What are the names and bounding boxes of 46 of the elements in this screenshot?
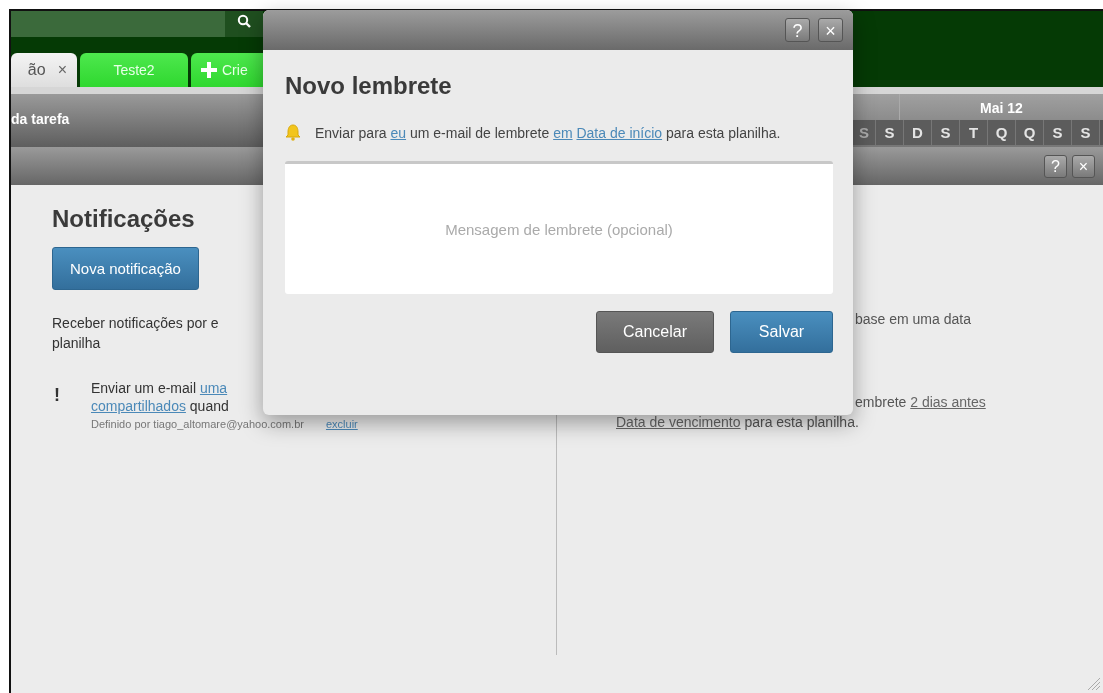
link[interactable]: em <box>553 125 573 141</box>
link[interactable]: 2 dias antes <box>910 394 986 410</box>
day-label: S <box>932 120 960 145</box>
description-text: Receber notificações por e <box>52 314 219 333</box>
delete-link[interactable]: excluir <box>325 415 358 433</box>
search-icon <box>237 14 251 28</box>
reminder-text: base em uma data <box>854 310 972 329</box>
plus-icon <box>201 62 217 78</box>
help-button[interactable]: ? <box>1044 154 1067 178</box>
resize-grip-icon[interactable] <box>1087 677 1101 691</box>
tab[interactable]: Teste2 <box>80 53 188 87</box>
description-text: planilha <box>52 334 101 353</box>
message-field[interactable]: Mensagem de lembrete (opcional) <box>285 161 833 294</box>
notification-text: compartilhados quand <box>91 397 229 415</box>
help-button[interactable]: ? <box>785 18 810 42</box>
day-label: Q <box>988 120 1016 145</box>
cancel-button[interactable]: Cancelar <box>596 311 714 353</box>
day-label: S <box>853 120 876 145</box>
notification-text: Enviar um e-mail uma <box>91 379 228 397</box>
dialog-title: Novo lembrete <box>285 72 453 100</box>
link[interactable]: compartilhados <box>91 398 186 414</box>
day-label: S <box>1072 120 1100 145</box>
close-button[interactable]: × <box>1072 154 1095 178</box>
toolbar-title: da tarefa <box>11 110 70 127</box>
link[interactable]: uma <box>199 380 228 396</box>
day-label: Q <box>1016 120 1044 145</box>
close-button[interactable]: × <box>818 18 843 42</box>
alert-icon: ! <box>54 383 91 407</box>
close-tab-button[interactable]: × <box>57 61 67 79</box>
day-label: S <box>1044 120 1072 145</box>
link[interactable]: eu <box>390 125 407 141</box>
bell-icon <box>285 124 301 141</box>
reminder-text: Data de vencimento para esta planilha. <box>615 413 860 432</box>
day-label: S <box>876 120 904 145</box>
save-button[interactable]: Salvar <box>730 311 833 353</box>
link[interactable]: Data de vencimento <box>616 414 741 430</box>
day-label: T <box>960 120 988 145</box>
search-field[interactable] <box>11 11 225 37</box>
search-button[interactable] <box>225 11 263 37</box>
tab[interactable]: ão × <box>11 53 77 87</box>
section-title: Notificações <box>52 205 195 233</box>
link[interactable]: Data de início <box>576 125 663 141</box>
reminder-message: Enviar para eu um e-mail de lembrete em Data de início para esta planilha. <box>315 124 782 142</box>
new-notification-button[interactable]: Nova notificação <box>52 247 199 290</box>
author-text: Definido por tiago_altomare@yahoo.com.br <box>91 417 304 432</box>
day-label: D <box>904 120 932 145</box>
